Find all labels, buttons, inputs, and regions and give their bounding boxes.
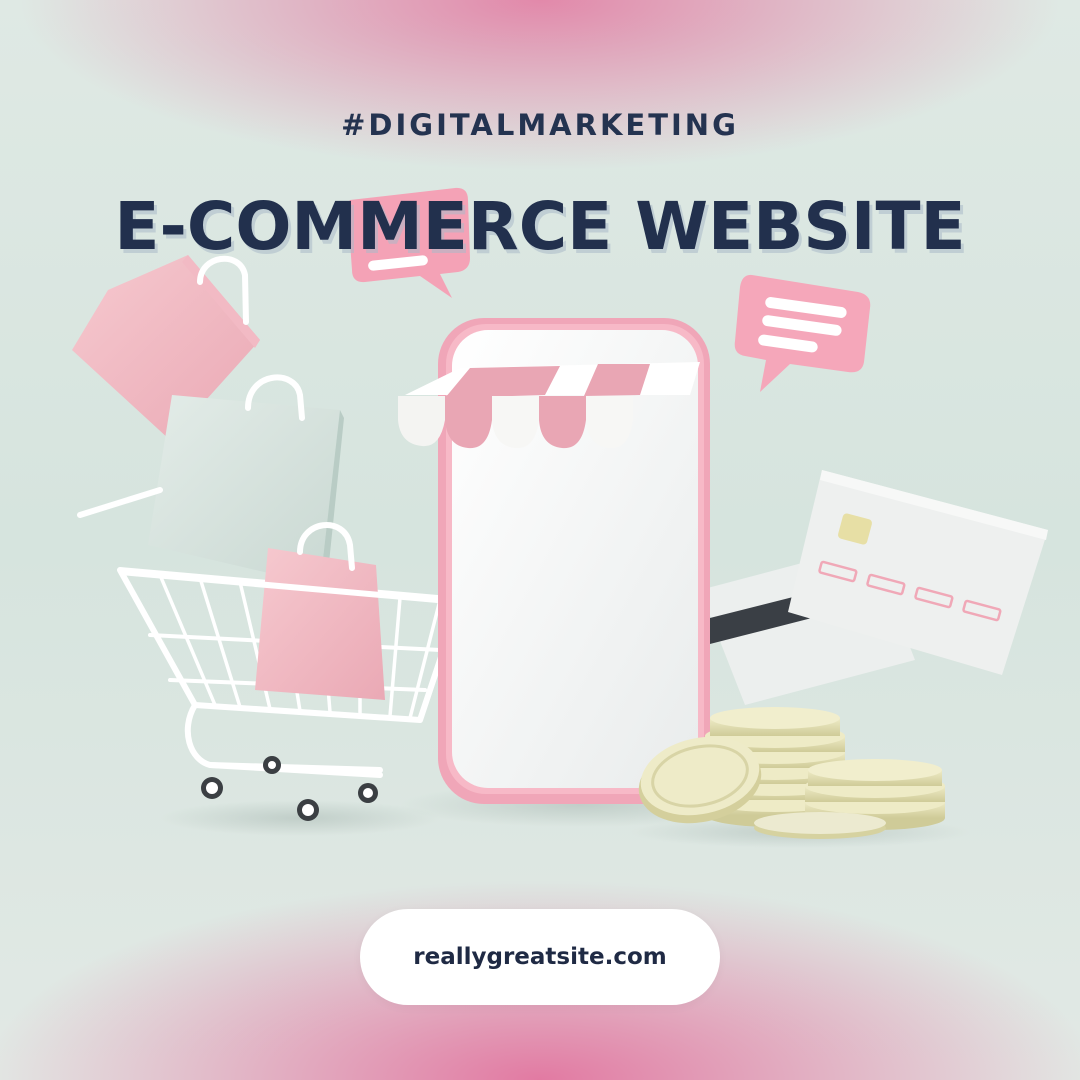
page-title: E-COMMERCE WEBSITE — [114, 188, 966, 265]
chat-bubble-icon — [734, 274, 871, 392]
website-url-button[interactable]: reallygreatsite.com — [360, 909, 720, 1005]
storefront-phone-icon — [398, 318, 710, 804]
